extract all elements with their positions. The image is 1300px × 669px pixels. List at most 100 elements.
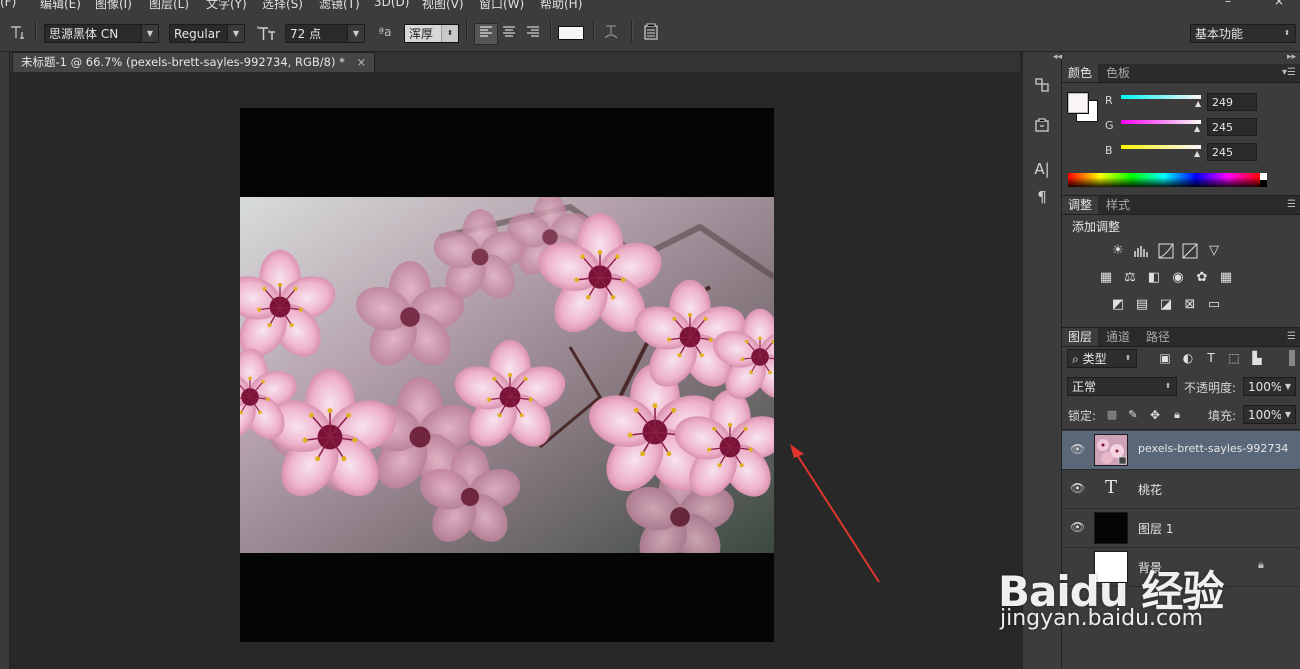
layer-filter-value: 类型 [1082,352,1107,366]
warp-text-icon[interactable] [600,23,622,45]
lock-transparent-icon[interactable]: ▩ [1104,407,1120,423]
menu-edit[interactable]: 编辑(E) [40,0,81,11]
options-bar: 思源黑体 CN ▼ Regular ▼ 72 点 ▼ ªa 浑厚 ⬍ 基本功能 … [0,11,1300,52]
lock-position-icon[interactable]: ✥ [1147,407,1163,423]
tab-swatches[interactable]: 色板 [1100,64,1136,82]
tab-adjustments[interactable]: 调整 [1062,196,1099,214]
foreground-color-swatch[interactable] [1067,92,1089,114]
font-family-select[interactable]: 思源黑体 CN ▼ [44,24,159,43]
menu-layer[interactable]: 图层(L) [149,0,189,11]
exposure-icon[interactable] [1182,243,1198,259]
font-style-select[interactable]: Regular ▼ [169,24,245,43]
slider-handle-icon[interactable]: ▲ [1195,99,1201,108]
channel-mixer-icon[interactable]: ✿ [1194,270,1210,286]
tools-panel[interactable] [0,52,10,669]
tab-layers[interactable]: 图层 [1062,328,1099,346]
panel-menu-icon[interactable]: ▾☰ [1282,64,1296,82]
menu-file[interactable]: (F) [0,0,16,9]
invert-icon[interactable]: ◩ [1110,297,1126,313]
document-tab[interactable]: 未标题-1 @ 66.7% (pexels-brett-sayles-99273… [12,52,376,72]
visibility-eye-icon[interactable]: 👁︎ [1070,520,1085,534]
antialias-value: 浑厚 [409,27,434,41]
opacity-field[interactable]: 100% ▼ [1243,377,1296,396]
lock-brush-icon[interactable]: ✎ [1125,407,1141,423]
slider-handle-icon[interactable]: ▲ [1194,124,1200,133]
antialias-select[interactable]: 浑厚 ⬍ [404,24,459,43]
gradient-map-icon[interactable]: ▭ [1206,297,1222,313]
filter-toggle-switch[interactable] [1289,350,1295,366]
close-tab-icon[interactable]: × [357,55,367,69]
blue-value-field[interactable]: 245 [1207,143,1257,161]
font-size-select[interactable]: 72 点 ▼ [285,24,365,43]
menu-filter[interactable]: 滤镜(T) [319,0,360,11]
visibility-eye-icon[interactable]: 👁︎ [1070,442,1085,456]
text-color-swatch[interactable] [558,26,584,40]
layer-row[interactable]: 👁︎ T 桃花 [1062,470,1300,509]
tab-color[interactable]: 颜色 [1062,64,1099,82]
close-window-button[interactable]: × [1274,0,1284,8]
character-icon[interactable]: A| [1031,158,1053,180]
chevron-down-icon: ▼ [347,25,364,42]
layer-row[interactable]: 👁︎ pexels-brett-sayles-992734 [1062,431,1300,470]
menu-help[interactable]: 帮助(H) [540,0,582,11]
green-slider[interactable] [1121,120,1201,124]
vibrance-icon[interactable]: ▽ [1206,243,1222,259]
fill-field[interactable]: 100% ▼ [1243,405,1296,424]
layer-name: 图层 1 [1138,522,1174,536]
lock-all-icon[interactable]: 🔒︎ [1169,407,1185,423]
tab-channels[interactable]: 通道 [1100,328,1136,346]
panel-menu-icon[interactable]: ☰ [1287,328,1296,346]
panel-menu-icon[interactable]: ☰ [1287,196,1296,214]
black-white-swatch[interactable] [1260,173,1267,187]
photo-filter-icon[interactable]: ◉ [1170,270,1186,286]
levels-icon[interactable] [1134,243,1150,259]
color-balance-icon[interactable]: ⚖ [1122,270,1138,286]
filter-shape-icon[interactable]: ⬚ [1226,350,1242,366]
filter-smart-object-icon[interactable]: ▙ [1249,350,1265,366]
curves-icon[interactable] [1158,243,1174,259]
threshold-icon[interactable]: ◪ [1158,297,1174,313]
align-left-icon[interactable] [474,23,498,45]
menu-3d[interactable]: 3D(D) [374,0,409,9]
green-value-field[interactable]: 245 [1207,118,1257,136]
blue-slider[interactable] [1121,145,1201,149]
font-size-icon [257,24,277,46]
history-icon[interactable] [1031,76,1053,98]
filter-adjustment-icon[interactable]: ◐ [1180,350,1196,366]
menu-window[interactable]: 窗口(W) [479,0,524,11]
tab-paths[interactable]: 路径 [1140,328,1176,346]
fill-value: 100% [1248,408,1283,422]
menu-select[interactable]: 选择(S) [262,0,303,11]
menu-view[interactable]: 视图(V) [422,0,464,11]
layer-filter-select[interactable]: ⌕ 类型 ⬍ [1067,349,1137,368]
properties-icon[interactable] [1031,116,1053,138]
posterize-icon[interactable]: ▤ [1134,297,1150,313]
align-right-icon[interactable] [523,24,543,44]
selective-color-icon[interactable]: ⊠ [1182,297,1198,313]
character-panel-icon[interactable] [640,23,662,45]
red-slider[interactable] [1121,95,1201,99]
paragraph-icon[interactable]: ¶ [1031,186,1053,208]
visibility-eye-icon[interactable]: 👁︎ [1070,481,1085,495]
menu-bar: (F) 编辑(E) 图像(I) 图层(L) 文字(Y) 选择(S) 滤镜(T) … [0,0,1300,11]
text-tool-preset-icon[interactable] [8,24,28,44]
hue-saturation-icon[interactable]: ▦ [1098,270,1114,286]
menu-type[interactable]: 文字(Y) [206,0,247,11]
align-center-icon[interactable] [499,24,519,44]
slider-handle-icon[interactable]: ▲ [1194,149,1200,158]
filter-pixel-icon[interactable]: ▣ [1157,350,1173,366]
workspace-select[interactable]: 基本功能 ⬍ [1190,24,1296,43]
layer-row[interactable]: 👁︎ 图层 1 [1062,509,1300,548]
tab-styles[interactable]: 样式 [1100,196,1136,214]
minimize-button[interactable]: – [1225,0,1231,8]
color-spectrum-ramp[interactable] [1068,173,1260,187]
red-value-field[interactable]: 249 [1207,93,1257,111]
filter-type-icon[interactable]: T [1203,350,1219,366]
black-white-icon[interactable]: ◧ [1146,270,1162,286]
menu-image[interactable]: 图像(I) [95,0,132,11]
blend-mode-select[interactable]: 正常 ⬍ [1067,377,1177,396]
brightness-icon[interactable]: ☀ [1110,243,1126,259]
collapse-arrows-icon[interactable]: ▸▸ [1287,52,1296,62]
collapse-arrows-icon[interactable]: ◂◂ [1053,52,1062,62]
color-lookup-icon[interactable]: ▦ [1218,270,1234,286]
